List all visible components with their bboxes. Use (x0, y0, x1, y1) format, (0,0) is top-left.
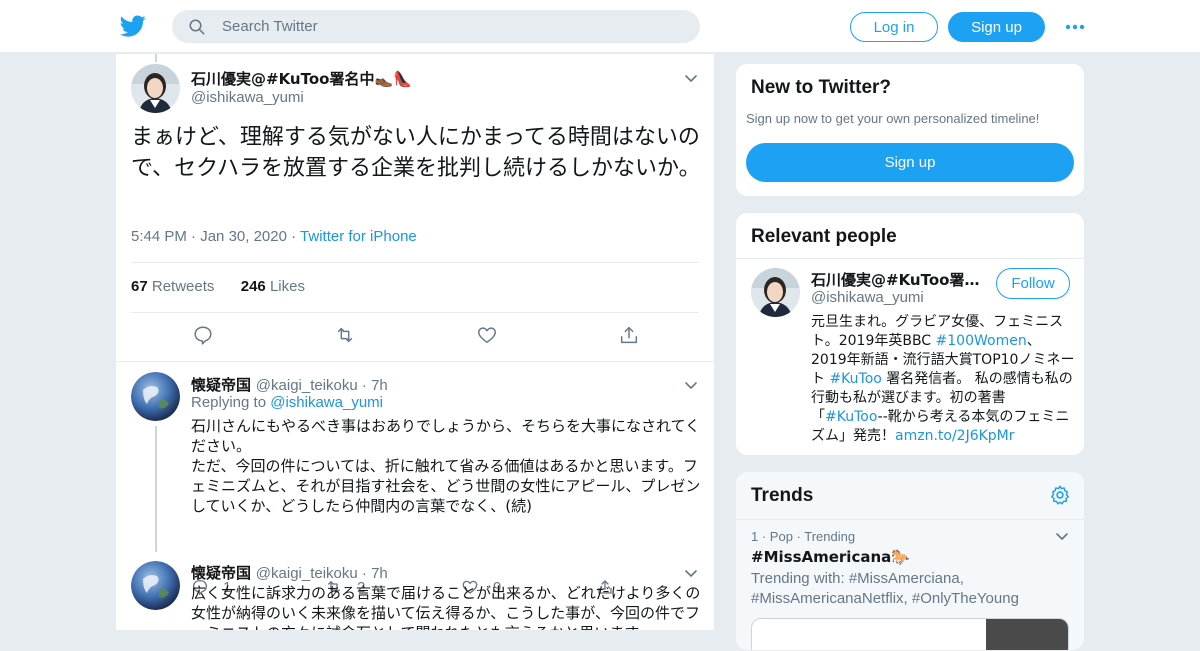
trend-meta: 1 · Pop · Trending (751, 529, 856, 544)
likes-label: Likes (269, 278, 305, 295)
twitter-logo-icon[interactable] (119, 13, 146, 39)
reply-tweet[interactable]: 懐疑帝国 @kaigi_teikoku · 7h 広く女性に訴求力のある言葉で届… (116, 551, 714, 630)
chevron-down-icon[interactable] (1054, 528, 1070, 544)
tweet-time[interactable]: 7h (371, 565, 388, 582)
retweets-label: Retweets (151, 278, 215, 295)
avatar[interactable] (131, 561, 180, 610)
tweet-stats: 67 Retweets 246 Likes (131, 278, 305, 295)
trend-name[interactable]: #MissAmericana🐎 (751, 548, 910, 566)
trending-with: Trending with: #MissAmerciana, #MissAmer… (751, 570, 1019, 607)
author-name[interactable]: 石川優実@#KuToo署名中👞👠 (191, 68, 412, 89)
reply-header: 懐疑帝国 @kaigi_teikoku · 7h (191, 376, 388, 394)
tweet-text: まぁけど、理解する気がない人にかまってる時間はないので、セクハラを放置する企業を… (131, 125, 701, 181)
likes-count: 246 (240, 278, 266, 295)
tweet-meta: 5:44 PM · Jan 30, 2020 · Twitter for iPh… (131, 228, 417, 245)
author-handle[interactable]: @kaigi_teikoku (256, 565, 358, 582)
divider (131, 312, 699, 313)
top-bar: Log in Sign up (0, 0, 1200, 53)
avatar[interactable] (131, 372, 180, 421)
divider (736, 519, 1084, 520)
bio-url-link[interactable]: amzn.to/2J6KpMr (895, 428, 1015, 444)
login-button[interactable]: Log in (850, 12, 938, 42)
signup-button[interactable]: Sign up (948, 12, 1045, 42)
trends-card: Trends 1 · Pop · Trending #MissAmericana… (735, 471, 1085, 651)
gear-icon[interactable] (1049, 484, 1071, 506)
chevron-down-icon[interactable] (683, 70, 699, 86)
avatar[interactable] (131, 64, 180, 113)
person-name[interactable]: 石川優実@#KuToo署名中👞👠 (811, 269, 986, 290)
hashtag-link[interactable]: #KuToo (825, 409, 878, 425)
trend-category: Pop · Trending (769, 529, 856, 544)
card-title: New to Twitter? (751, 77, 892, 98)
search-icon (188, 18, 206, 36)
tweet-date[interactable]: Jan 30, 2020 (200, 228, 287, 245)
tweet-column: 石川優実@#KuToo署名中👞👠 @ishikawa_yumi まぁけど、理解す… (115, 54, 715, 630)
tweet-time[interactable]: 7h (371, 377, 388, 394)
reply-header: 懐疑帝国 @kaigi_teikoku · 7h (191, 564, 388, 582)
replying-to: Replying to @ishikawa_yumi (191, 394, 383, 411)
hashtag-link[interactable]: #100Women (936, 333, 1027, 349)
search-input[interactable] (222, 10, 682, 43)
retweet-icon[interactable] (334, 324, 356, 346)
replying-label: Replying to (191, 394, 267, 411)
relevant-people-card: Relevant people 石川優実@#KuToo署名中👞👠 @ishika… (735, 212, 1085, 456)
divider (131, 262, 699, 263)
avatar[interactable] (751, 268, 800, 317)
retweets-stat[interactable]: 67 Retweets (131, 278, 214, 295)
retweets-count: 67 (131, 278, 148, 295)
new-to-twitter-card: New to Twitter? Sign up now to get your … (735, 63, 1085, 197)
thread-line (155, 426, 157, 552)
reply-icon[interactable] (192, 324, 214, 346)
replying-to-link[interactable]: @ishikawa_yumi (270, 394, 383, 411)
thread-line (155, 54, 157, 62)
divider (736, 258, 1084, 259)
search-box[interactable] (172, 10, 700, 43)
card-title: Relevant people (751, 226, 897, 247)
likes-stat[interactable]: 246 Likes (241, 278, 305, 295)
trend-thumbnail (986, 619, 1068, 650)
author-handle[interactable]: @ishikawa_yumi (191, 89, 304, 106)
more-options-icon[interactable] (1064, 16, 1086, 38)
author-handle[interactable]: @kaigi_teikoku (256, 377, 358, 394)
reply-tweet[interactable]: 懐疑帝国 @kaigi_teikoku · 7h Replying to @is… (116, 362, 714, 596)
chevron-down-icon[interactable] (683, 565, 699, 581)
chevron-down-icon[interactable] (683, 377, 699, 393)
tweet-source-link[interactable]: Twitter for iPhone (300, 228, 417, 245)
like-icon[interactable] (476, 324, 498, 346)
tweet-text: 石川さんにもやるべき事はおありでしょうから、そちらを大事になされてください。 た… (191, 417, 701, 515)
tweet-actions (116, 324, 714, 350)
card-title: Trends (751, 485, 814, 506)
tweet-text: 広く女性に訴求力のある言葉で届けることが出来るか、どれだけより多くの女性が納得の… (191, 584, 701, 630)
trend-media-card[interactable] (751, 618, 1069, 650)
share-icon[interactable] (618, 324, 640, 346)
signup-button[interactable]: Sign up (746, 143, 1074, 182)
trend-rank: 1 (751, 529, 759, 544)
tweet-time[interactable]: 5:44 PM (131, 228, 187, 245)
person-handle[interactable]: @ishikawa_yumi (811, 289, 924, 306)
card-subtitle: Sign up now to get your own personalized… (746, 111, 1040, 126)
author-name[interactable]: 懐疑帝国 (191, 564, 251, 582)
follow-button[interactable]: Follow (996, 268, 1070, 299)
hashtag-link[interactable]: #KuToo (829, 371, 881, 387)
author-name[interactable]: 懐疑帝国 (191, 376, 251, 394)
person-bio: 元旦生まれ。グラビア女優、フェミニスト。2019年英BBC #100Women、… (811, 314, 1075, 444)
